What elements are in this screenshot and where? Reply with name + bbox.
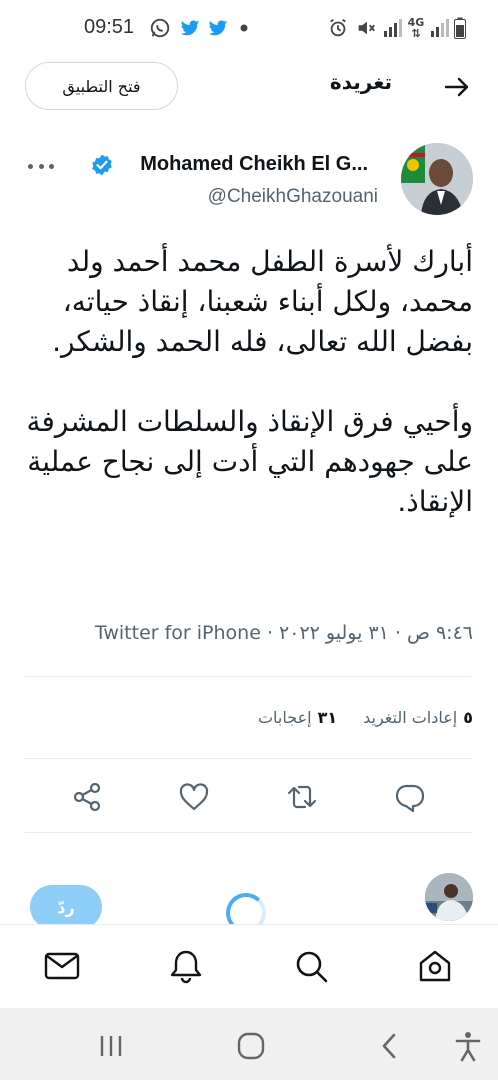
home-icon[interactable] — [416, 947, 454, 985]
likes-stat[interactable]: ٣١ إعجابات — [258, 708, 337, 727]
likes-count: ٣١ — [317, 708, 338, 727]
4g-icon: 4G ⇅ — [405, 16, 427, 40]
retweet-icon[interactable] — [285, 780, 319, 814]
messages-icon[interactable] — [43, 947, 81, 985]
mute-icon — [354, 16, 378, 40]
reply-icon[interactable] — [393, 780, 427, 814]
search-icon[interactable] — [292, 947, 330, 985]
author-name[interactable]: Mohamed Cheikh El G... — [140, 153, 368, 176]
page-title: تغريدة — [329, 70, 392, 94]
retweets-stat[interactable]: ٥ إعادات التغريد — [363, 708, 473, 727]
data-arrows-icon: ⇅ — [411, 27, 421, 40]
tweet-text: أبارك لأسرة الطفل محمد أحمد ولد محمد، ول… — [26, 245, 473, 518]
home-button-icon[interactable] — [235, 1030, 267, 1062]
retweets-label: إعادات التغريد — [363, 708, 458, 727]
retweets-count: ٥ — [463, 708, 473, 727]
open-app-button[interactable]: فتح التطبيق — [25, 62, 178, 110]
share-icon[interactable] — [70, 780, 104, 814]
more-options-icon[interactable] — [28, 158, 54, 174]
system-nav-bar — [0, 1008, 498, 1080]
author-handle[interactable]: @CheikhGhazouani — [208, 186, 378, 208]
divider — [25, 832, 473, 833]
verified-badge-icon — [92, 154, 112, 176]
like-icon[interactable] — [177, 780, 211, 814]
signal-icon — [428, 16, 450, 40]
twitter-icon — [178, 16, 202, 40]
tweet-actions — [0, 772, 498, 820]
bottom-nav — [0, 924, 498, 1008]
reply-button[interactable]: ردّ — [30, 885, 102, 929]
back-arrow-icon[interactable] — [442, 72, 472, 102]
whatsapp-icon — [148, 16, 172, 40]
accessibility-icon[interactable] — [452, 1030, 484, 1062]
app-header: فتح التطبيق تغريدة — [0, 56, 498, 118]
user-avatar[interactable] — [425, 873, 473, 921]
signal-icon — [381, 16, 403, 40]
back-nav-icon[interactable] — [374, 1030, 406, 1062]
tweet-timestamp[interactable]: ٩:٤٦ ص · ٣١ يوليو ٢٠٢٢ · Twitter for iPh… — [95, 622, 473, 644]
dot-icon — [238, 16, 250, 40]
battery-icon — [452, 16, 468, 40]
recent-apps-icon[interactable] — [95, 1030, 127, 1062]
divider — [25, 676, 473, 677]
status-bar: 09:51 4G ⇅ — [0, 0, 498, 60]
author-avatar[interactable] — [401, 143, 473, 215]
divider — [25, 758, 473, 759]
alarm-icon — [326, 16, 350, 40]
twitter-icon — [206, 16, 230, 40]
notifications-icon[interactable] — [167, 947, 205, 985]
tweet-stats: ٥ إعادات التغريد ٣١ إعجابات — [258, 708, 473, 727]
likes-label: إعجابات — [257, 708, 312, 727]
status-time: 09:51 — [84, 16, 135, 38]
